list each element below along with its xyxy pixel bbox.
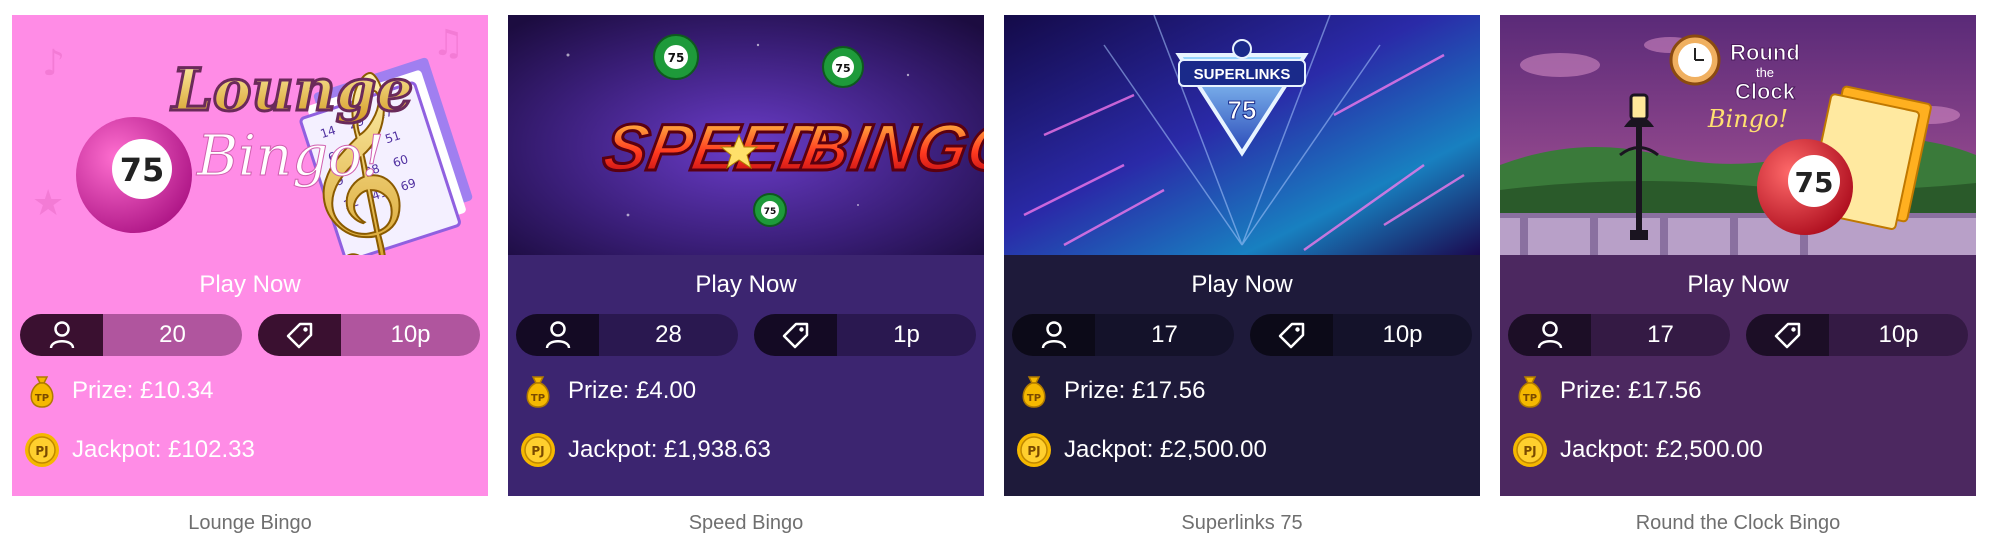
ticket-price: 1p <box>837 314 976 356</box>
jackpot-badge: PJ <box>531 444 544 458</box>
jackpot-amount: Jackpot: £2,500.00 <box>1064 436 1267 463</box>
person-icon <box>20 314 103 356</box>
players-count-pill[interactable]: 20 <box>20 314 242 356</box>
gold-coin-icon: PJ <box>1512 430 1548 470</box>
game-title-lounge-bingo[interactable]: Lounge Bingo <box>12 512 488 535</box>
price-tag-icon <box>258 314 341 356</box>
game-card-superlinks-75[interactable]: SUPERLINKS 75 Play Now 17 10p TP Prize: … <box>1004 15 1480 496</box>
person-icon <box>516 314 599 356</box>
money-bag-icon: TP <box>24 371 60 411</box>
jackpot-row: PJ Jackpot: £1,938.63 <box>520 430 771 470</box>
ticket-price-pill[interactable]: 1p <box>754 314 976 356</box>
gold-coin-icon: PJ <box>520 430 556 470</box>
svg-text:75: 75 <box>120 151 165 189</box>
players-count: 17 <box>1095 314 1234 356</box>
svg-text:♫: ♫ <box>432 23 464 64</box>
game-card-round-the-clock-bingo[interactable]: Round the Clock Bingo! 75 Play Now 17 10… <box>1500 15 1976 496</box>
game-panel: Play Now 17 10p TP Prize: £17.56 PJ Jack… <box>1500 255 1976 496</box>
players-count: 20 <box>103 314 242 356</box>
svg-text:75: 75 <box>835 62 850 75</box>
play-now-button[interactable]: Play Now <box>1004 265 1480 305</box>
bingo-game-grid: ♪★♫♪♫ 142947 62251 93860 124169 𝄞 <box>0 0 1999 557</box>
svg-text:75: 75 <box>1228 95 1257 125</box>
game-panel: Play Now 28 1p TP Prize: £4.00 PJ Jackpo… <box>508 255 984 496</box>
game-panel: Play Now 20 10p TP Prize: £10.34 PJ Jack… <box>12 255 488 496</box>
svg-text:Clock: Clock <box>1735 79 1796 104</box>
prize-badge: TP <box>35 393 49 404</box>
game-thumbnail-lounge-bingo[interactable]: ♪★♫♪♫ 142947 62251 93860 124169 𝄞 <box>12 15 488 255</box>
gold-coin-icon: PJ <box>24 430 60 470</box>
prize-row: TP Prize: £17.56 <box>1016 371 1205 411</box>
price-tag-icon <box>1250 314 1333 356</box>
prize-amount: Prize: £17.56 <box>1560 377 1702 404</box>
prize-row: TP Prize: £10.34 <box>24 371 213 411</box>
players-count: 17 <box>1591 314 1730 356</box>
price-tag-icon <box>754 314 837 356</box>
prize-amount: Prize: £17.56 <box>1064 377 1206 404</box>
lounge-logo: Lounge Bingo! <box>169 55 415 190</box>
money-bag-icon: TP <box>520 371 556 411</box>
ticket-price-pill[interactable]: 10p <box>1250 314 1472 356</box>
svg-text:★: ★ <box>32 183 64 224</box>
play-now-button[interactable]: Play Now <box>12 265 488 305</box>
players-count-pill[interactable]: 17 <box>1012 314 1234 356</box>
ticket-price: 10p <box>1829 314 1968 356</box>
gold-coin-icon: PJ <box>1016 430 1052 470</box>
svg-text:♪: ♪ <box>42 43 65 84</box>
prize-badge: TP <box>531 393 545 404</box>
players-count: 28 <box>599 314 738 356</box>
svg-text:75: 75 <box>1795 166 1834 199</box>
prize-row: TP Prize: £17.56 <box>1512 371 1701 411</box>
svg-text:Round: Round <box>1730 40 1800 65</box>
prize-amount: Prize: £10.34 <box>72 377 214 404</box>
jackpot-amount: Jackpot: £1,938.63 <box>568 436 771 463</box>
game-card-lounge-bingo[interactable]: ♪★♫♪♫ 142947 62251 93860 124169 𝄞 <box>12 15 488 496</box>
prize-amount: Prize: £4.00 <box>568 377 697 404</box>
game-title-speed-bingo[interactable]: Speed Bingo <box>508 512 984 535</box>
jackpot-row: PJ Jackpot: £2,500.00 <box>1016 430 1267 470</box>
jackpot-badge: PJ <box>1523 444 1536 458</box>
person-icon <box>1012 314 1095 356</box>
jackpot-badge: PJ <box>1027 444 1040 458</box>
svg-text:75: 75 <box>764 207 777 217</box>
svg-text:Bingo!: Bingo! <box>196 124 384 189</box>
game-thumbnail-round-the-clock-bingo[interactable]: Round the Clock Bingo! 75 <box>1500 15 1976 255</box>
game-title-round-the-clock-bingo[interactable]: Round the Clock Bingo <box>1500 512 1976 535</box>
money-bag-icon: TP <box>1016 371 1052 411</box>
money-bag-icon: TP <box>1512 371 1548 411</box>
prize-badge: TP <box>1523 393 1537 404</box>
ticket-price: 10p <box>1333 314 1472 356</box>
svg-text:75: 75 <box>668 51 685 65</box>
jackpot-amount: Jackpot: £102.33 <box>72 436 255 463</box>
jackpot-badge: PJ <box>35 444 48 458</box>
svg-text:SUPERLINKS: SUPERLINKS <box>1194 66 1291 83</box>
game-title-superlinks-75[interactable]: Superlinks 75 <box>1004 512 1480 535</box>
play-now-button[interactable]: Play Now <box>1500 265 1976 305</box>
svg-text:Bingo!: Bingo! <box>1707 105 1788 133</box>
prize-badge: TP <box>1027 393 1041 404</box>
jackpot-row: PJ Jackpot: £2,500.00 <box>1512 430 1763 470</box>
prize-row: TP Prize: £4.00 <box>520 371 696 411</box>
ticket-price-pill[interactable]: 10p <box>258 314 480 356</box>
svg-text:the: the <box>1756 65 1774 80</box>
svg-text:BINGO: BINGO <box>796 111 984 184</box>
price-tag-icon <box>1746 314 1829 356</box>
players-count-pill[interactable]: 28 <box>516 314 738 356</box>
game-thumbnail-superlinks-75[interactable]: SUPERLINKS 75 <box>1004 15 1480 255</box>
ticket-price: 10p <box>341 314 480 356</box>
person-icon <box>1508 314 1591 356</box>
game-panel: Play Now 17 10p TP Prize: £17.56 PJ Jack… <box>1004 255 1480 496</box>
game-thumbnail-speed-bingo[interactable]: 75 75 75 SPEED BINGO <box>508 15 984 255</box>
svg-text:Lounge: Lounge <box>170 56 413 124</box>
jackpot-row: PJ Jackpot: £102.33 <box>24 430 255 470</box>
speed-bingo-logo: SPEED BINGO <box>597 110 984 186</box>
ticket-price-pill[interactable]: 10p <box>1746 314 1968 356</box>
players-count-pill[interactable]: 17 <box>1508 314 1730 356</box>
game-card-speed-bingo[interactable]: 75 75 75 SPEED BINGO Play Now 28 1p TP P… <box>508 15 984 496</box>
jackpot-amount: Jackpot: £2,500.00 <box>1560 436 1763 463</box>
play-now-button[interactable]: Play Now <box>508 265 984 305</box>
